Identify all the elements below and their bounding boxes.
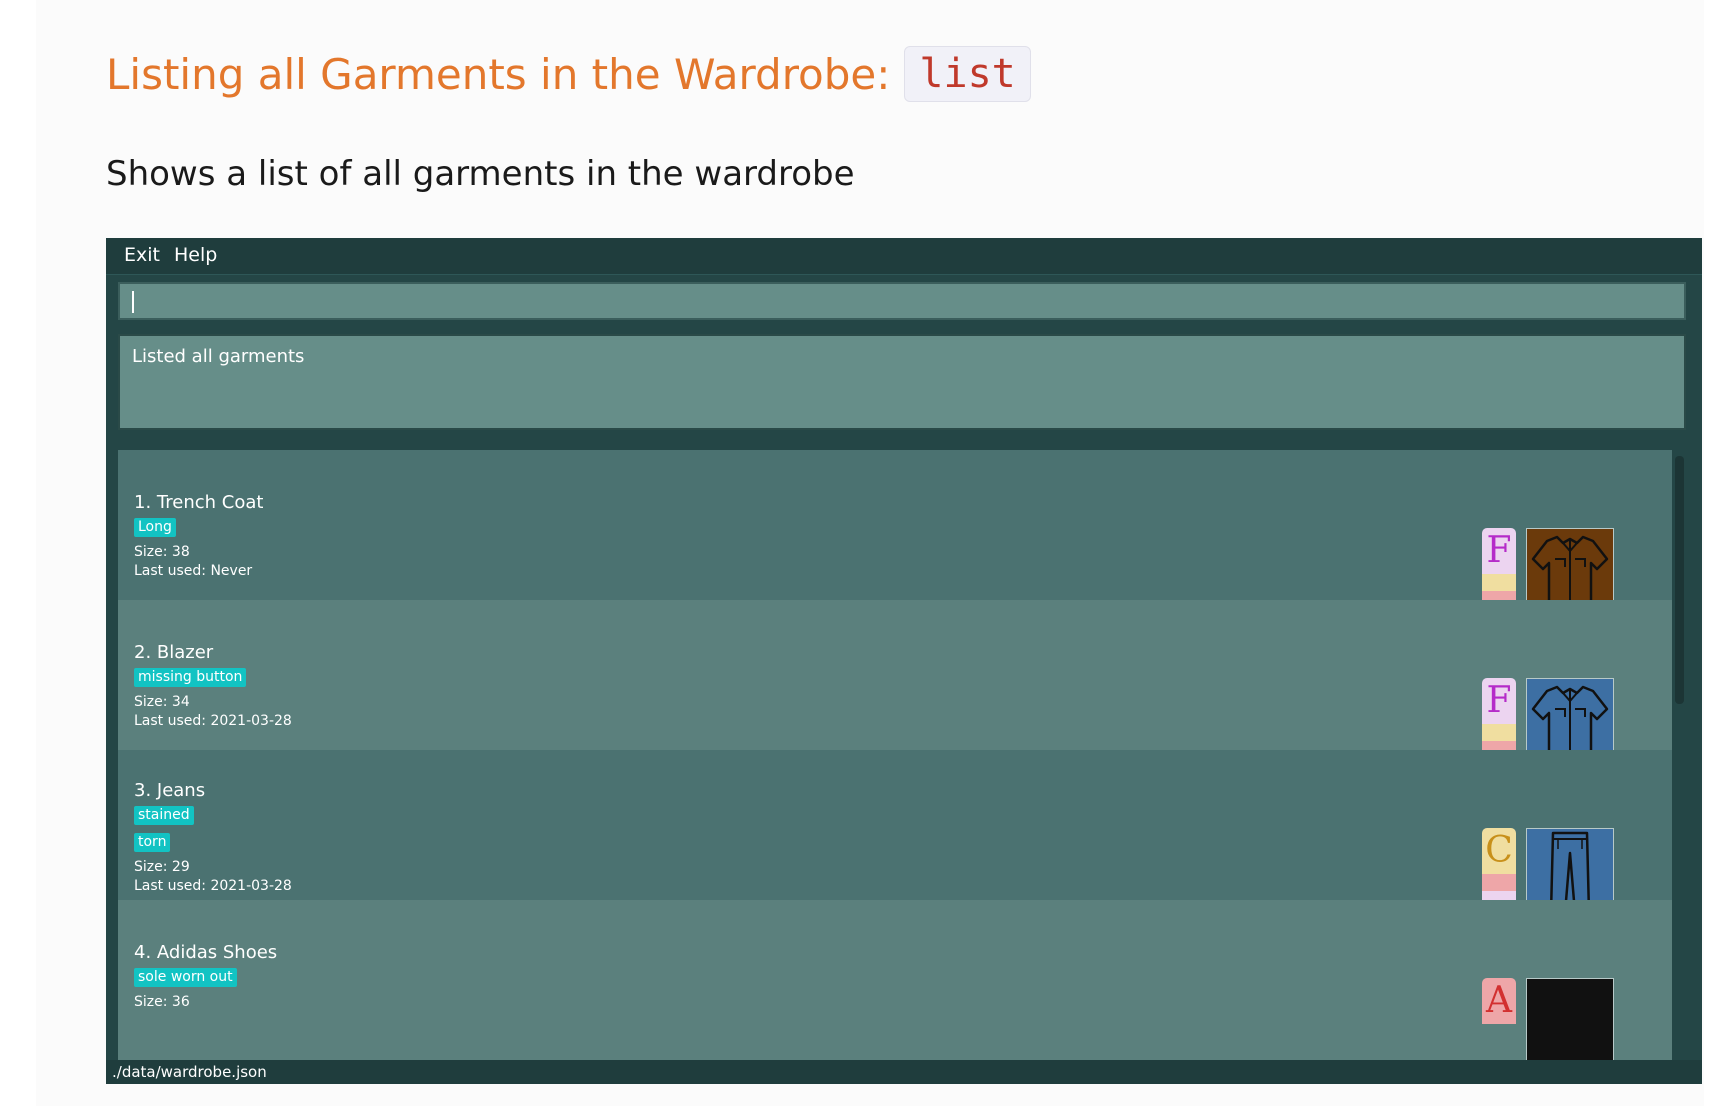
badge-stripe	[1482, 574, 1516, 591]
dresscode-letter: A	[1482, 978, 1516, 1024]
dresscode-badge: F	[1482, 678, 1516, 758]
garment-title: 3. Jeans	[134, 780, 206, 801]
garment-size: Size: 34	[134, 694, 190, 710]
scrollbar-thumb[interactable]	[1675, 456, 1684, 704]
result-text: Listed all garments	[132, 346, 305, 367]
garment-details: stained torn Size: 29 Last used: 2021-03…	[134, 804, 292, 896]
dresscode-letter: F	[1482, 528, 1516, 574]
menu-bar: Exit Help	[106, 238, 1702, 275]
garment-title: 1. Trench Coat	[134, 492, 264, 513]
garment-card[interactable]: 3. Jeans stained torn Size: 29 Last used…	[118, 750, 1672, 916]
garment-details: sole worn out Size: 36	[134, 966, 237, 1012]
doc-section: Listing all Garments in the Wardrobe: li…	[36, 0, 1704, 1106]
garment-tag: torn	[134, 833, 171, 852]
section-heading-text: Listing all Garments in the Wardrobe:	[106, 49, 891, 99]
documentation-page: Listing all Garments in the Wardrobe: li…	[0, 0, 1712, 1106]
garment-card[interactable]: 1. Trench Coat Long Size: 38 Last used: …	[118, 450, 1672, 616]
status-bar: ./data/wardrobe.json	[106, 1060, 1702, 1084]
section-heading: Listing all Garments in the Wardrobe: li…	[106, 46, 1031, 102]
garment-tag: sole worn out	[134, 968, 237, 987]
garment-tag: stained	[134, 806, 194, 825]
menu-help[interactable]: Help	[174, 244, 217, 266]
command-code: list	[904, 46, 1031, 102]
result-display: Listed all garments	[118, 334, 1686, 430]
garment-details: Long Size: 38 Last used: Never	[134, 516, 252, 581]
shoe-icon	[1526, 978, 1614, 1060]
garment-size: Size: 38	[134, 544, 190, 560]
section-description: Shows a list of all garments in the ward…	[106, 154, 855, 194]
garment-last-used: Last used: Never	[134, 563, 253, 579]
garment-details: missing button Size: 34 Last used: 2021-…	[134, 666, 292, 731]
garment-tag: Long	[134, 518, 176, 537]
badge-stripe	[1482, 874, 1516, 891]
garment-card[interactable]: 2. Blazer missing button Size: 34 Last u…	[118, 600, 1672, 766]
garment-list[interactable]: 1. Trench Coat Long Size: 38 Last used: …	[118, 450, 1686, 1060]
dresscode-badge: C	[1482, 828, 1516, 908]
command-input[interactable]	[118, 282, 1686, 320]
garment-card[interactable]: 4. Adidas Shoes sole worn out Size: 36 A	[118, 900, 1672, 1060]
garment-tag: missing button	[134, 668, 247, 687]
dresscode-letter: C	[1482, 828, 1516, 874]
badge-stripe	[1482, 724, 1516, 741]
dresscode-badge: A	[1482, 978, 1516, 1058]
garment-size: Size: 29	[134, 859, 190, 875]
dresscode-badge: F	[1482, 528, 1516, 608]
garment-last-used: Last used: 2021-03-28	[134, 878, 292, 894]
app-window: Exit Help Listed all garments 1. Trench …	[106, 238, 1702, 1084]
text-caret	[132, 291, 134, 313]
garment-size: Size: 36	[134, 994, 190, 1010]
dresscode-letter: F	[1482, 678, 1516, 724]
list-scrollbar[interactable]	[1672, 450, 1686, 1060]
menu-exit[interactable]: Exit	[124, 244, 160, 266]
data-file-path: ./data/wardrobe.json	[112, 1063, 267, 1081]
garment-last-used: Last used: 2021-03-28	[134, 713, 292, 729]
garment-title: 2. Blazer	[134, 642, 214, 663]
garment-title: 4. Adidas Shoes	[134, 942, 278, 963]
